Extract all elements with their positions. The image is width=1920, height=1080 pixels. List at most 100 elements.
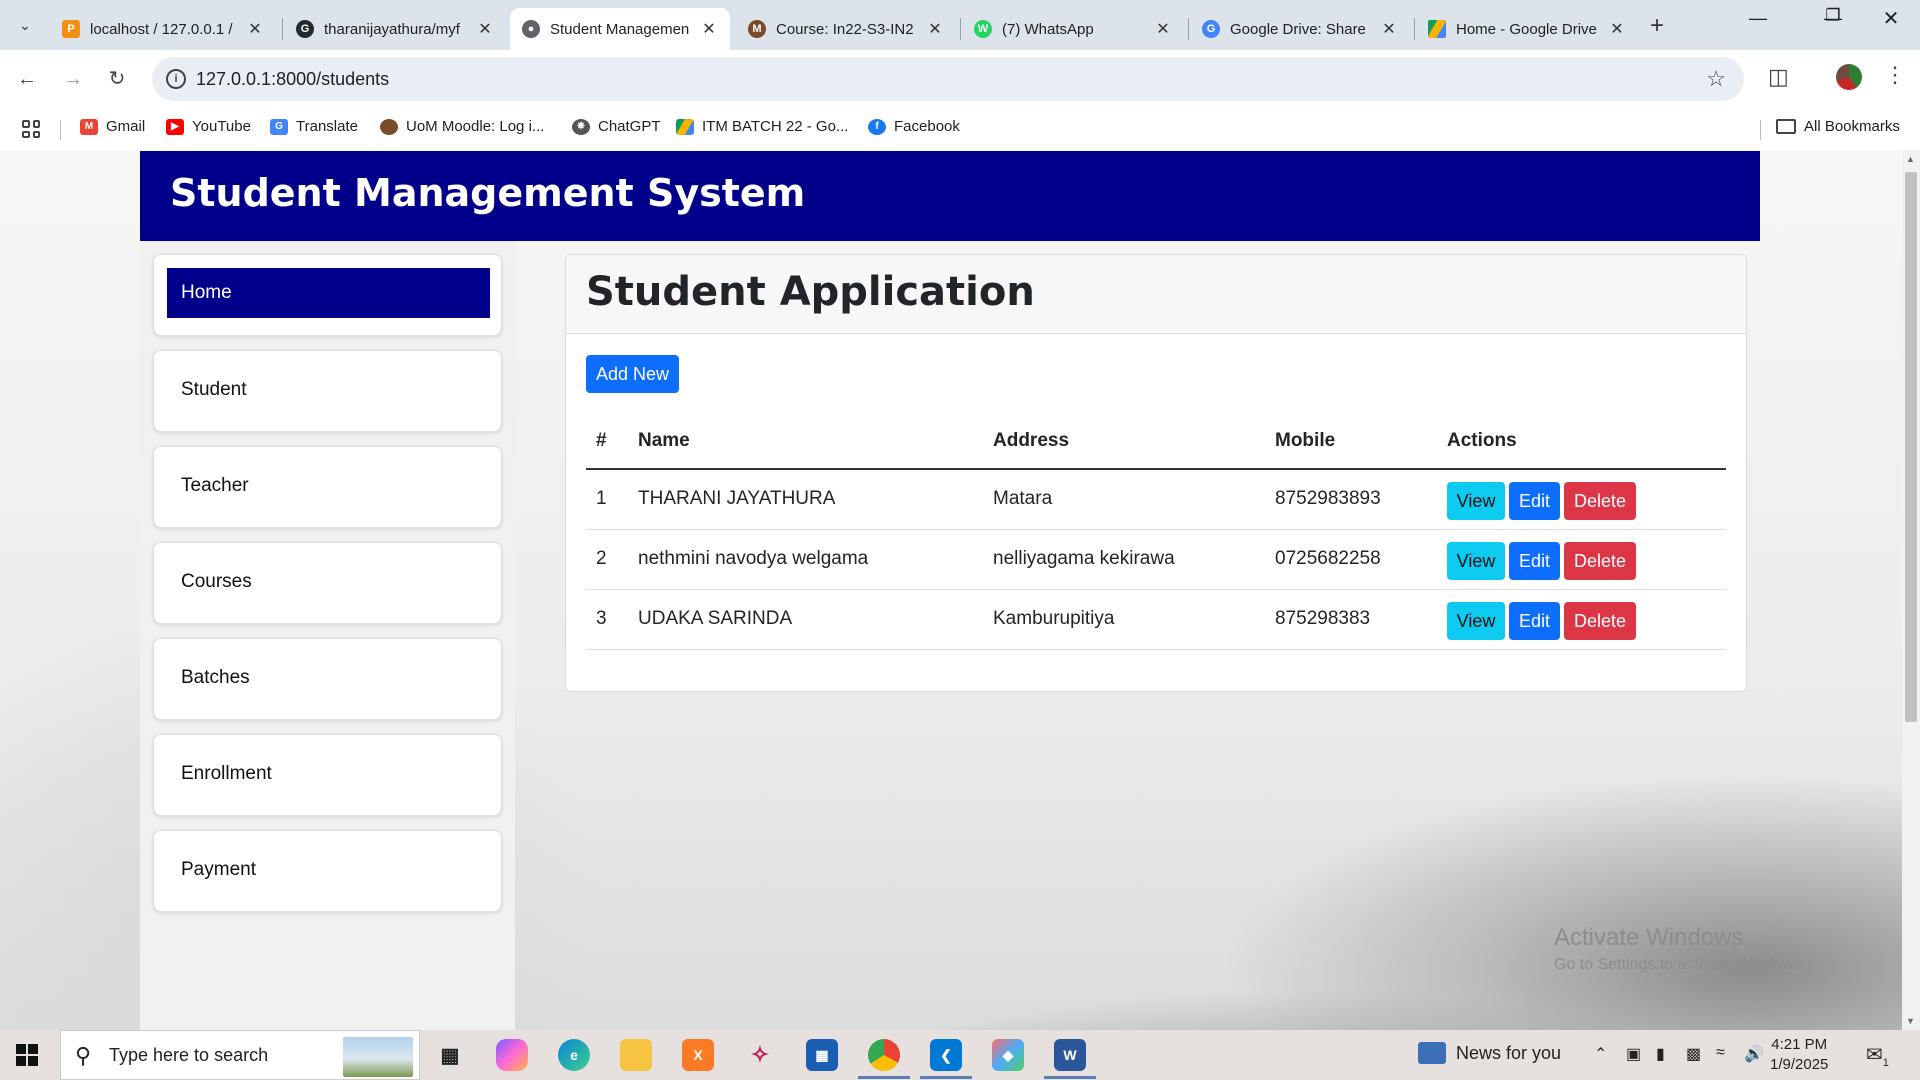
volume-icon[interactable]: 🔊	[1744, 1044, 1764, 1064]
sidebar-item-label: Student	[181, 379, 247, 400]
translate-icon: G	[270, 118, 288, 135]
bookmark-uom-moodle[interactable]: UoM Moodle: Log i...	[380, 118, 544, 135]
table-row: 1 THARANI JAYATHURA Matara 8752983893 Vi…	[586, 469, 1726, 530]
watermark-line-1: Activate Windows	[1554, 924, 1744, 951]
close-tab-icon[interactable]: ✕	[926, 19, 944, 39]
windows-start-icon[interactable]	[16, 1044, 38, 1066]
view-button[interactable]: View	[1447, 542, 1505, 580]
close-tab-icon[interactable]: ✕	[1608, 19, 1626, 39]
page-title: Student Application	[586, 269, 1035, 315]
sidebar-item-home[interactable]: Home	[153, 254, 502, 336]
page-viewport: Student Management System Home Student T…	[0, 150, 1902, 1030]
minimize-window-icon[interactable]: —	[1735, 8, 1781, 29]
copilot-icon[interactable]	[496, 1039, 528, 1071]
restore-window-icon[interactable]: ❐	[1810, 6, 1856, 26]
close-tab-icon[interactable]: ✕	[476, 19, 494, 39]
tab-google-drive-share[interactable]: G Google Drive: Share ✕	[1190, 8, 1410, 50]
edit-button[interactable]: Edit	[1509, 602, 1560, 640]
bookmark-label: YouTube	[192, 118, 251, 135]
address-bar[interactable]: i 127.0.0.1:8000/students ☆	[152, 57, 1744, 101]
url-text[interactable]: 127.0.0.1:8000/students	[196, 69, 389, 90]
xampp-icon[interactable]: X	[682, 1039, 714, 1071]
bookmark-facebook[interactable]: f Facebook	[868, 118, 960, 135]
chrome-browser-icon[interactable]	[868, 1039, 900, 1071]
profile-avatar[interactable]	[1836, 64, 1862, 90]
scroll-up-arrow-icon[interactable]: ▲	[1906, 154, 1915, 164]
git-tool-icon[interactable]: ◆	[992, 1039, 1024, 1071]
edit-button[interactable]: Edit	[1509, 482, 1560, 521]
word-icon[interactable]: W	[1054, 1039, 1086, 1071]
delete-button[interactable]: Delete	[1564, 602, 1636, 640]
file-explorer-icon[interactable]	[620, 1039, 652, 1071]
back-arrow-icon[interactable]: ←	[12, 64, 42, 94]
page-scrollbar[interactable]: ▲ ▼	[1902, 150, 1920, 1030]
delete-button[interactable]: Delete	[1564, 542, 1636, 580]
delete-button[interactable]: Delete	[1564, 482, 1636, 521]
bookmark-youtube[interactable]: ▶ YouTube	[166, 118, 251, 135]
wifi-icon[interactable]: ≈	[1716, 1044, 1725, 1062]
bookmark-chatgpt[interactable]: ✸ ChatGPT	[572, 118, 661, 135]
extensions-puzzle-icon[interactable]: ◫	[1768, 64, 1789, 90]
close-tab-icon[interactable]: ✕	[700, 19, 718, 39]
site-info-icon[interactable]: i	[166, 69, 186, 89]
tab-student-management[interactable]: ● Student Managemen ✕	[510, 8, 730, 50]
tab-github[interactable]: G tharanijayathura/myf ✕	[284, 8, 506, 50]
sidebar-item-courses[interactable]: Courses	[153, 542, 502, 624]
news-widget[interactable]: News for you	[1418, 1042, 1561, 1064]
task-view-icon[interactable]: ▦	[434, 1039, 466, 1071]
display-icon[interactable]: ▩	[1686, 1044, 1701, 1064]
cell-number: 1	[586, 469, 628, 530]
column-header-name: Name	[628, 413, 983, 470]
scrollbar-thumb[interactable]	[1905, 172, 1917, 722]
microsoft-store-icon[interactable]: ▦	[806, 1039, 838, 1071]
tab-search-chevron-icon[interactable]: ⌄	[10, 10, 40, 40]
tab-whatsapp[interactable]: W (7) WhatsApp ✕	[962, 8, 1184, 50]
card-header: Student Application	[566, 255, 1746, 334]
meet-now-icon[interactable]: ▣	[1626, 1044, 1641, 1064]
reload-icon[interactable]: ↻	[102, 64, 132, 94]
forward-arrow-icon[interactable]: →	[58, 64, 88, 94]
news-icon	[1418, 1042, 1446, 1064]
browser-menu-dots-icon[interactable]: ⋮	[1884, 62, 1906, 88]
tray-chevron-icon[interactable]: ⌃	[1594, 1044, 1607, 1064]
bookmark-translate[interactable]: G Translate	[270, 118, 358, 135]
browser-tab-strip: ⌄ P localhost / 127.0.0.1 / ✕ G tharanij…	[0, 0, 1920, 50]
close-tab-icon[interactable]: ✕	[246, 19, 264, 39]
column-header-actions: Actions	[1437, 413, 1726, 470]
sidebar-item-payment[interactable]: Payment	[153, 830, 502, 912]
system-clock[interactable]: 4:21 PM 1/9/2025	[1770, 1035, 1828, 1075]
taskbar-search-box[interactable]: ⚲ Type here to search	[60, 1030, 420, 1080]
scroll-down-arrow-icon[interactable]: ▼	[1906, 1016, 1915, 1026]
edge-browser-icon[interactable]: e	[558, 1039, 590, 1071]
browser-toolbar: ← → ↻ i 127.0.0.1:8000/students ☆ ◫ ⋮	[0, 50, 1920, 108]
edit-button[interactable]: Edit	[1509, 542, 1560, 580]
sidebar-item-teacher[interactable]: Teacher	[153, 446, 502, 528]
sidebar-item-student[interactable]: Student	[153, 350, 502, 432]
bookmark-itm-batch[interactable]: ITM BATCH 22 - Go...	[676, 118, 848, 135]
tab-moodle-course[interactable]: M Course: In22-S3-IN2 ✕	[736, 8, 956, 50]
notification-center-icon[interactable]: ✉1	[1866, 1042, 1889, 1069]
sidebar-item-batches[interactable]: Batches	[153, 638, 502, 720]
close-tab-icon[interactable]: ✕	[1380, 19, 1398, 39]
snipping-tool-icon[interactable]: ✧	[744, 1039, 776, 1071]
search-placeholder: Type here to search	[109, 1045, 269, 1065]
bookmark-star-icon[interactable]: ☆	[1706, 66, 1726, 92]
sidebar-item-enrollment[interactable]: Enrollment	[153, 734, 502, 816]
cell-actions: View Edit Delete	[1437, 529, 1726, 590]
close-window-icon[interactable]: ✕	[1868, 6, 1914, 31]
tab-phpmyadmin[interactable]: P localhost / 127.0.0.1 / ✕	[50, 8, 276, 50]
view-button[interactable]: View	[1447, 482, 1505, 521]
battery-icon[interactable]: ▮	[1656, 1044, 1665, 1064]
student-card: Student Application Add New # Name Addre…	[565, 254, 1747, 692]
close-tab-icon[interactable]: ✕	[1154, 19, 1172, 39]
apps-grid-icon[interactable]	[22, 120, 40, 138]
bookmark-gmail[interactable]: M Gmail	[80, 118, 145, 135]
new-tab-plus-icon[interactable]: +	[1650, 12, 1664, 40]
tab-google-drive-home[interactable]: Home - Google Drive ✕	[1416, 8, 1638, 50]
add-new-button[interactable]: Add New	[586, 355, 679, 393]
all-bookmarks[interactable]: All Bookmarks	[1776, 118, 1900, 135]
cell-actions: View Edit Delete	[1437, 589, 1726, 650]
vscode-icon[interactable]: ❮	[930, 1039, 962, 1071]
cell-mobile: 0725682258	[1265, 529, 1437, 590]
view-button[interactable]: View	[1447, 602, 1505, 640]
